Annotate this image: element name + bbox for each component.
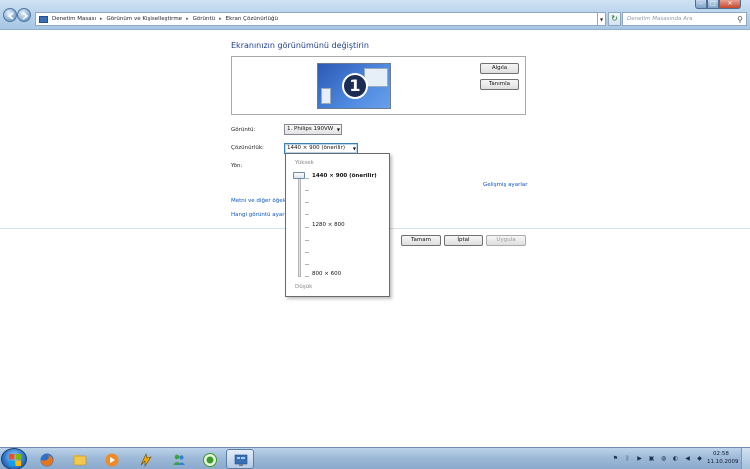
volume-icon[interactable]: ◀ bbox=[684, 455, 691, 463]
slider-tick bbox=[305, 190, 309, 191]
taskbar-xbox[interactable] bbox=[195, 449, 223, 469]
page-title: Ekranınızın görünümünü değiştirin bbox=[231, 41, 369, 50]
resolution-slider-thumb[interactable] bbox=[293, 172, 305, 179]
resolution-label: Çözünürlük: bbox=[231, 145, 264, 151]
slider-tick bbox=[305, 178, 309, 179]
slider-low-label: Düşük bbox=[295, 284, 313, 290]
taskbar-firefox[interactable] bbox=[32, 449, 60, 469]
breadcrumb-item[interactable]: Görüntü bbox=[193, 16, 216, 22]
taskbar: ⚑ ᛒ ▶ ▣ ◍ ◐ ◀ ◆ bbox=[0, 447, 750, 469]
slider-high-label: Yüksek bbox=[295, 160, 314, 166]
resolution-slider-track[interactable] bbox=[298, 174, 301, 277]
close-button[interactable]: ✕ bbox=[719, 0, 741, 9]
monitor-number-badge: 1 bbox=[342, 73, 368, 99]
refresh-icon: ↻ bbox=[611, 14, 618, 23]
media-icon[interactable]: ▶ bbox=[636, 455, 643, 463]
slider-tick bbox=[305, 252, 309, 253]
back-button[interactable] bbox=[3, 8, 17, 22]
minimize-button[interactable]: – bbox=[695, 0, 707, 9]
address-history-dropdown[interactable]: ▼ bbox=[598, 12, 606, 26]
resolution-option[interactable]: 1440 × 900 (önerilir) bbox=[312, 173, 377, 179]
address-bar[interactable]: Denetim Masası ▸ Görünüm ve Kişiselleşti… bbox=[35, 12, 598, 26]
taskbar-control-panel[interactable] bbox=[226, 449, 254, 469]
notification-area: ⚑ ᛒ ▶ ▣ ◍ ◐ ◀ ◆ bbox=[612, 452, 703, 466]
taskbar-winamp[interactable] bbox=[131, 449, 159, 469]
preview-window-thumbnail bbox=[321, 88, 331, 104]
clock-time[interactable]: 02:58 bbox=[713, 451, 729, 457]
slider-tick bbox=[305, 264, 309, 265]
slider-tick bbox=[305, 227, 309, 228]
folder-icon bbox=[73, 455, 87, 466]
monitor-preview-box: 1 Algıla Tanımla bbox=[231, 56, 526, 115]
resolution-option[interactable]: 1280 × 800 bbox=[312, 222, 345, 228]
xbox-icon bbox=[203, 453, 217, 467]
control-panel-icon bbox=[39, 15, 48, 23]
flag-icon[interactable]: ⚑ bbox=[612, 455, 619, 463]
slider-tick bbox=[305, 214, 309, 215]
identify-button[interactable]: Tanımla bbox=[480, 79, 519, 90]
firefox-icon bbox=[40, 453, 54, 467]
back-arrow-icon bbox=[7, 12, 14, 20]
start-button[interactable] bbox=[1, 448, 27, 469]
windows-logo-icon bbox=[9, 454, 21, 466]
messenger-icon bbox=[173, 454, 185, 465]
media-player-icon bbox=[105, 453, 119, 467]
close-icon: ✕ bbox=[727, 0, 733, 7]
resolution-select-value: 1440 × 900 (önerilir) bbox=[287, 145, 345, 151]
maximize-button[interactable]: □ bbox=[707, 0, 719, 9]
chevron-down-icon: ▼ bbox=[352, 146, 356, 151]
network-icon[interactable]: ▣ bbox=[648, 455, 655, 463]
advanced-settings-link[interactable]: Gelişmiş ayarlar bbox=[483, 182, 527, 188]
taskbar-messenger[interactable] bbox=[164, 449, 192, 469]
winamp-icon bbox=[140, 453, 152, 467]
maximize-icon: □ bbox=[710, 0, 716, 7]
breadcrumb-item[interactable]: Denetim Masası bbox=[52, 16, 96, 22]
apply-button[interactable]: Uygula bbox=[486, 235, 526, 246]
orientation-label: Yön: bbox=[231, 163, 243, 169]
breadcrumb-separator-icon[interactable]: ▸ bbox=[219, 16, 222, 22]
slider-tick bbox=[305, 276, 309, 277]
display-select-value: 1. Philips 190VW bbox=[287, 126, 334, 132]
slider-tick bbox=[305, 240, 309, 241]
taskbar-media-player[interactable] bbox=[97, 449, 125, 469]
minimize-icon: – bbox=[699, 0, 703, 7]
monitor-preview[interactable]: 1 bbox=[317, 63, 391, 109]
show-desktop-button[interactable] bbox=[741, 448, 750, 469]
clock-date[interactable]: 11.10.2009 bbox=[707, 459, 739, 465]
taskbar-windows-explorer[interactable] bbox=[65, 449, 93, 469]
search-icon[interactable]: ⚲ bbox=[737, 14, 743, 26]
resolution-dropdown: Yüksek 1440 × 900 (önerilir) 1280 × 800 … bbox=[285, 153, 390, 297]
security-icon[interactable]: ◆ bbox=[696, 455, 703, 463]
globe-icon[interactable]: ◍ bbox=[660, 455, 667, 463]
resolution-option[interactable]: 800 × 600 bbox=[312, 271, 341, 277]
refresh-button[interactable]: ↻ bbox=[608, 12, 621, 26]
display-label: Görüntü: bbox=[231, 127, 256, 133]
bluetooth-icon[interactable]: ᛒ bbox=[624, 455, 631, 463]
status-icon[interactable]: ◐ bbox=[672, 455, 679, 463]
forward-button[interactable] bbox=[17, 8, 31, 22]
window-chrome: Denetim Masası ▸ Görünüm ve Kişiselleşti… bbox=[0, 0, 750, 30]
search-placeholder: Denetim Masasında Ara bbox=[627, 16, 693, 22]
control-panel-icon bbox=[234, 454, 248, 466]
chevron-down-icon: ▼ bbox=[336, 127, 340, 132]
slider-tick bbox=[305, 202, 309, 203]
breadcrumb-separator-icon[interactable]: ▸ bbox=[186, 16, 189, 22]
breadcrumb-separator-icon[interactable]: ▸ bbox=[100, 16, 103, 22]
breadcrumb-item[interactable]: Görünüm ve Kişiselleştirme bbox=[107, 16, 183, 22]
forward-arrow-icon bbox=[22, 12, 29, 20]
cancel-button[interactable]: İptal bbox=[444, 235, 483, 246]
ok-button[interactable]: Tamam bbox=[401, 235, 441, 246]
detect-button[interactable]: Algıla bbox=[480, 63, 519, 74]
display-select[interactable]: 1. Philips 190VW ▼ bbox=[284, 124, 342, 135]
search-input[interactable]: Denetim Masasında Ara ⚲ bbox=[622, 12, 747, 26]
breadcrumb-item[interactable]: Ekran Çözünürlüğü bbox=[226, 16, 278, 22]
